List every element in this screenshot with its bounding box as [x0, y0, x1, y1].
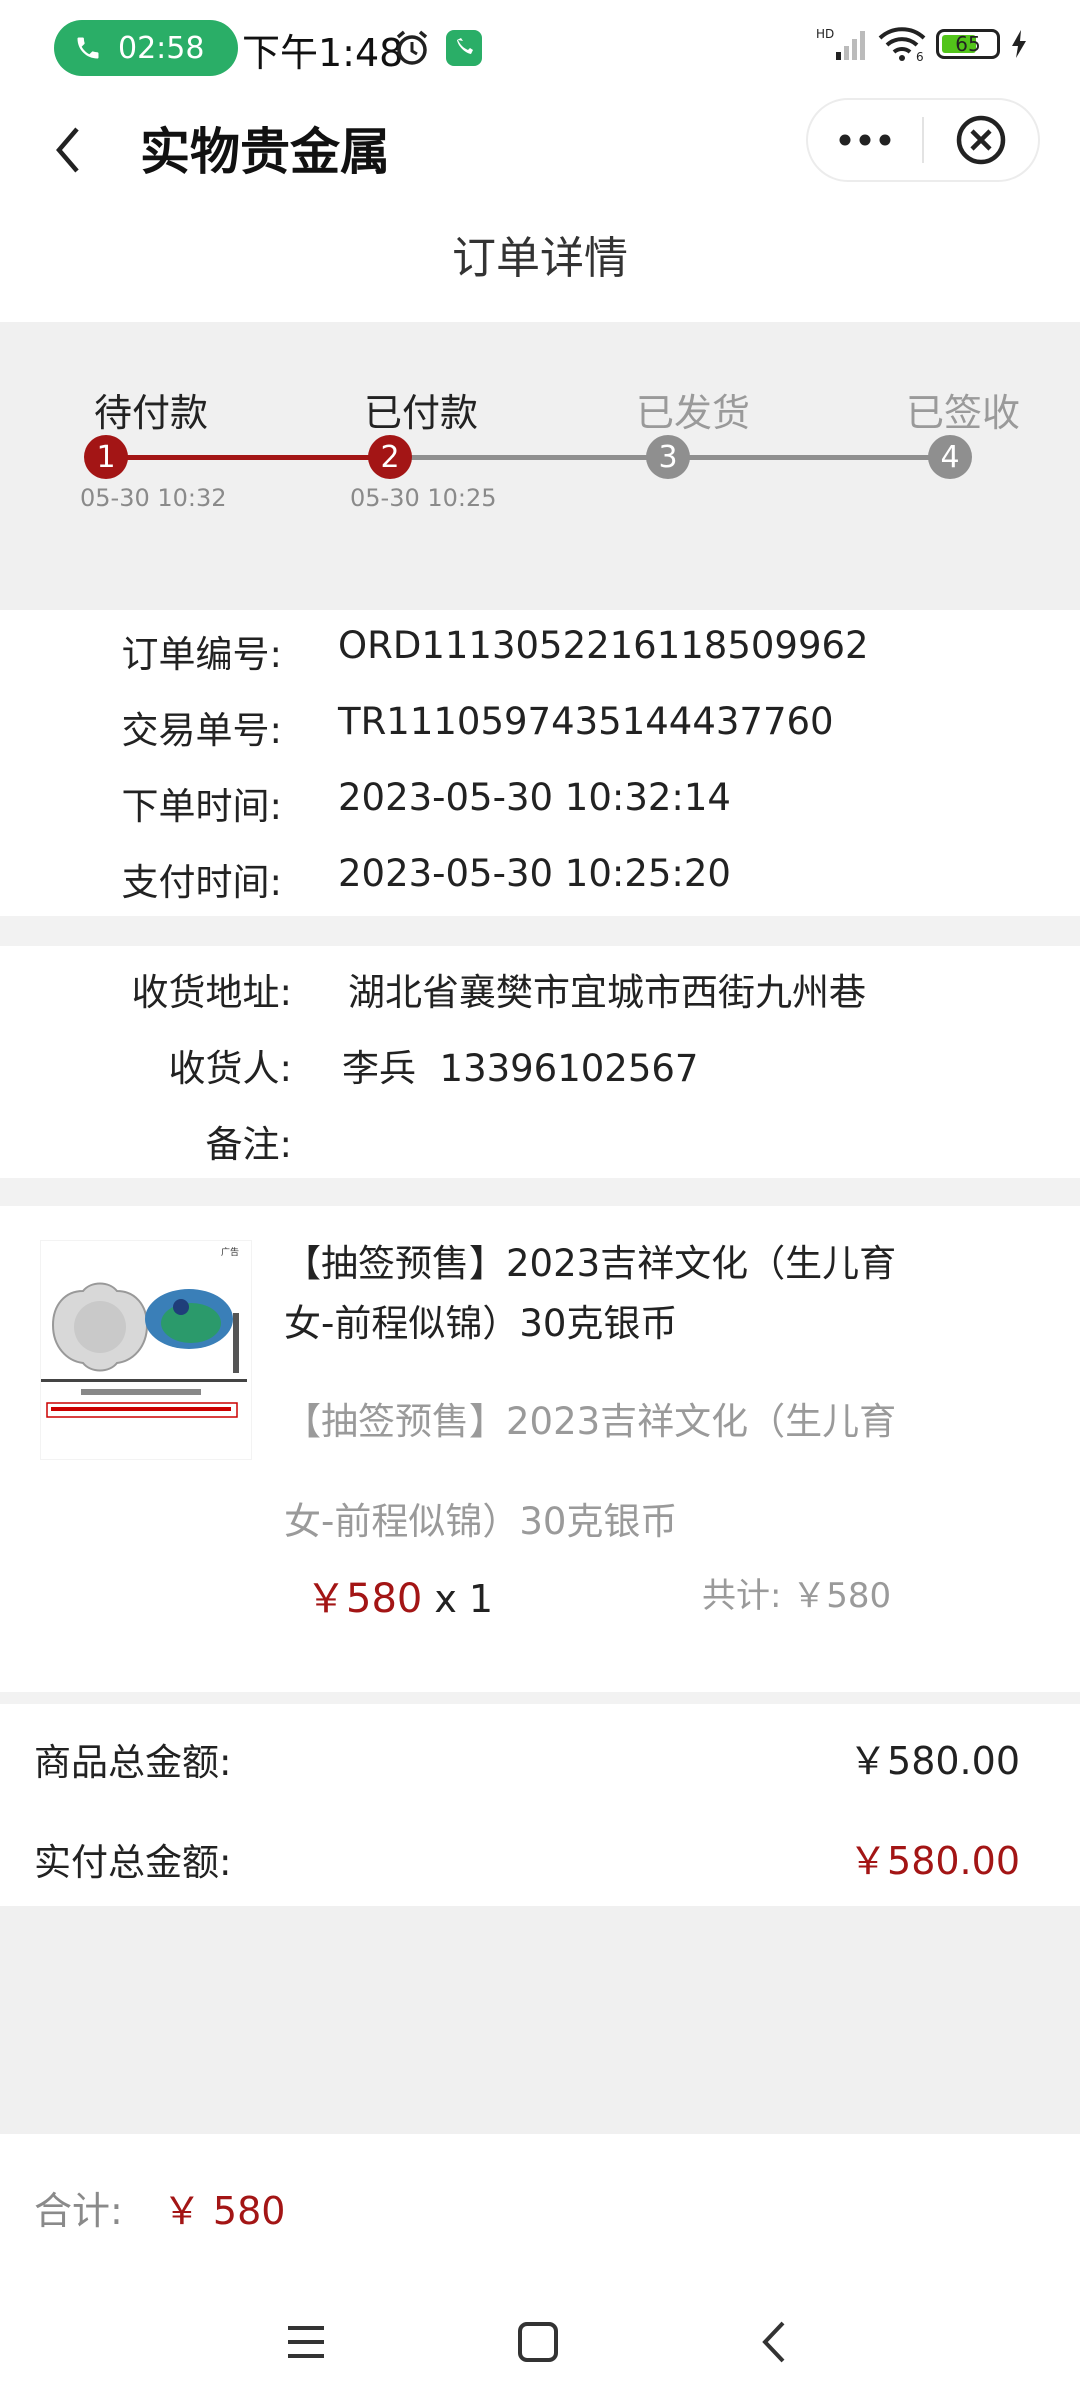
- note-label: 备注:: [205, 1123, 292, 1166]
- progress-line-3: [670, 455, 950, 460]
- order-number-value: ORD1113052216118509962: [338, 624, 869, 667]
- step-time-1: 05-30 10:32: [80, 484, 227, 512]
- address-row: 收货地址: 湖北省襄樊市宜城市西街九州巷: [116, 962, 866, 1016]
- menu-icon: [288, 2326, 324, 2358]
- order-number-label: 订单编号:: [121, 633, 282, 676]
- ad-mark: 广告: [221, 1246, 239, 1258]
- clock: 下午1:48: [242, 31, 404, 75]
- section-divider: [0, 1692, 1080, 1704]
- address-label: 收货地址:: [131, 971, 292, 1014]
- wifi-label: 6: [916, 50, 924, 62]
- wechat-call-icon: [446, 30, 482, 66]
- step-dot-2: 2: [368, 435, 412, 479]
- capsule-menu: [806, 98, 1040, 182]
- status-icons: HD 6 65: [816, 26, 1028, 62]
- page-title: 订单详情: [452, 233, 628, 284]
- receiver-row: 收货人: 李兵 13396102567: [116, 1038, 699, 1092]
- goods-total-label: 商品总金额:: [34, 1741, 232, 1784]
- battery-level: 65: [955, 32, 981, 56]
- note-row: 备注:: [116, 1114, 342, 1168]
- nav-back-button[interactable]: [744, 2312, 804, 2372]
- progress-line-1: [106, 455, 390, 460]
- chevron-left-icon: [56, 127, 79, 173]
- product-price: ￥580: [306, 1576, 423, 1622]
- product-title[interactable]: 【抽签预售】2023吉祥文化（生儿育女-前程似锦）30克银币: [284, 1234, 944, 1354]
- empty-area: [0, 1906, 1080, 2134]
- close-circle-icon: [956, 115, 1006, 165]
- product-image[interactable]: 广告: [40, 1240, 252, 1460]
- mini-program-header: 实物贵金属: [0, 96, 1080, 212]
- step-dot-4: 4: [928, 435, 972, 479]
- product-subtitle: 【抽签预售】2023吉祥文化（生儿育女-前程似锦）30克银币: [284, 1400, 897, 1543]
- call-duration: 02:58: [118, 30, 205, 66]
- footer-total-label: 合计:: [34, 2189, 123, 2233]
- trade-number-row: 交易单号: TR1110597435144437760: [106, 700, 834, 754]
- step-label-shipped: 已发货: [636, 391, 751, 435]
- order-time-row: 下单时间: 2023-05-30 10:32:14: [106, 776, 731, 830]
- pay-time-value: 2023-05-30 10:25:20: [338, 852, 731, 895]
- receiver-value: 李兵 13396102567: [342, 1047, 699, 1090]
- nav-back-icon: [762, 2321, 785, 2363]
- ongoing-call-pill[interactable]: 02:58: [54, 20, 238, 76]
- progress-line-2: [390, 455, 670, 460]
- battery-icon: 65: [936, 29, 1000, 59]
- more-dots-icon: [839, 134, 891, 146]
- wifi-icon: 6: [878, 27, 926, 62]
- phone-icon: [77, 37, 99, 59]
- status-bar: 02:58 下午1:48 HD 6 65: [0, 0, 1080, 96]
- signal-icon: HD: [816, 27, 865, 60]
- shipping-info-section: 收货地址: 湖北省襄樊市宜城市西街九州巷 收货人: 李兵 13396102567…: [0, 946, 1080, 1178]
- charging-icon: [1012, 30, 1026, 58]
- footer-total-amount: ￥ 580: [162, 2189, 286, 2233]
- system-nav-bar: [0, 2290, 1080, 2400]
- step-dot-1: 1: [84, 435, 128, 479]
- home-square-icon: [518, 2322, 558, 2362]
- address-value: 湖北省襄樊市宜城市西街九州巷: [348, 971, 866, 1014]
- goods-total-value: ￥580.00: [849, 1739, 1020, 1783]
- nav-menu-button[interactable]: [276, 2312, 336, 2372]
- order-time-value: 2023-05-30 10:32:14: [338, 776, 731, 819]
- step-label-paid: 已付款: [364, 391, 479, 435]
- paid-total-value: ￥580.00: [849, 1839, 1020, 1883]
- nav-home-button[interactable]: [508, 2312, 568, 2372]
- pay-time-row: 支付时间: 2023-05-30 10:25:20: [106, 852, 731, 906]
- product-quantity: x 1: [434, 1577, 494, 1621]
- network-type-label: HD: [816, 27, 834, 41]
- product-price-row: ￥580 x 1: [306, 1566, 493, 1624]
- step-label-pending-payment: 待付款: [94, 391, 209, 435]
- step-dot-3: 3: [646, 435, 690, 479]
- alarm-icon: [396, 30, 428, 65]
- order-info-section: 订单编号: ORD1113052216118509962 交易单号: TR111…: [0, 610, 1080, 916]
- trade-number-value: TR1110597435144437760: [338, 700, 834, 743]
- footer-total: 合计: ￥ 580: [34, 2180, 285, 2235]
- section-divider: [0, 916, 1080, 946]
- paid-total-label: 实付总金额:: [34, 1841, 232, 1884]
- pay-time-label: 支付时间:: [121, 861, 282, 904]
- order-time-label: 下单时间:: [121, 785, 282, 828]
- order-progress: 待付款 1 05-30 10:32 已付款 2 05-30 10:25 已发货 …: [0, 322, 1080, 610]
- trade-number-label: 交易单号:: [121, 709, 282, 752]
- step-label-received: 已签收: [906, 391, 1021, 435]
- step-time-2: 05-30 10:25: [350, 484, 497, 512]
- product-subtotal: 共计: ￥580: [702, 1576, 892, 1616]
- receiver-label: 收货人:: [168, 1047, 292, 1090]
- close-button[interactable]: [924, 98, 1038, 182]
- more-button[interactable]: [808, 98, 922, 182]
- order-number-row: 订单编号: ORD1113052216118509962: [106, 624, 869, 678]
- coin-image-icon: 广告: [41, 1246, 247, 1418]
- app-title: 实物贵金属: [140, 123, 390, 181]
- section-divider: [0, 1178, 1080, 1206]
- back-button[interactable]: [38, 118, 98, 182]
